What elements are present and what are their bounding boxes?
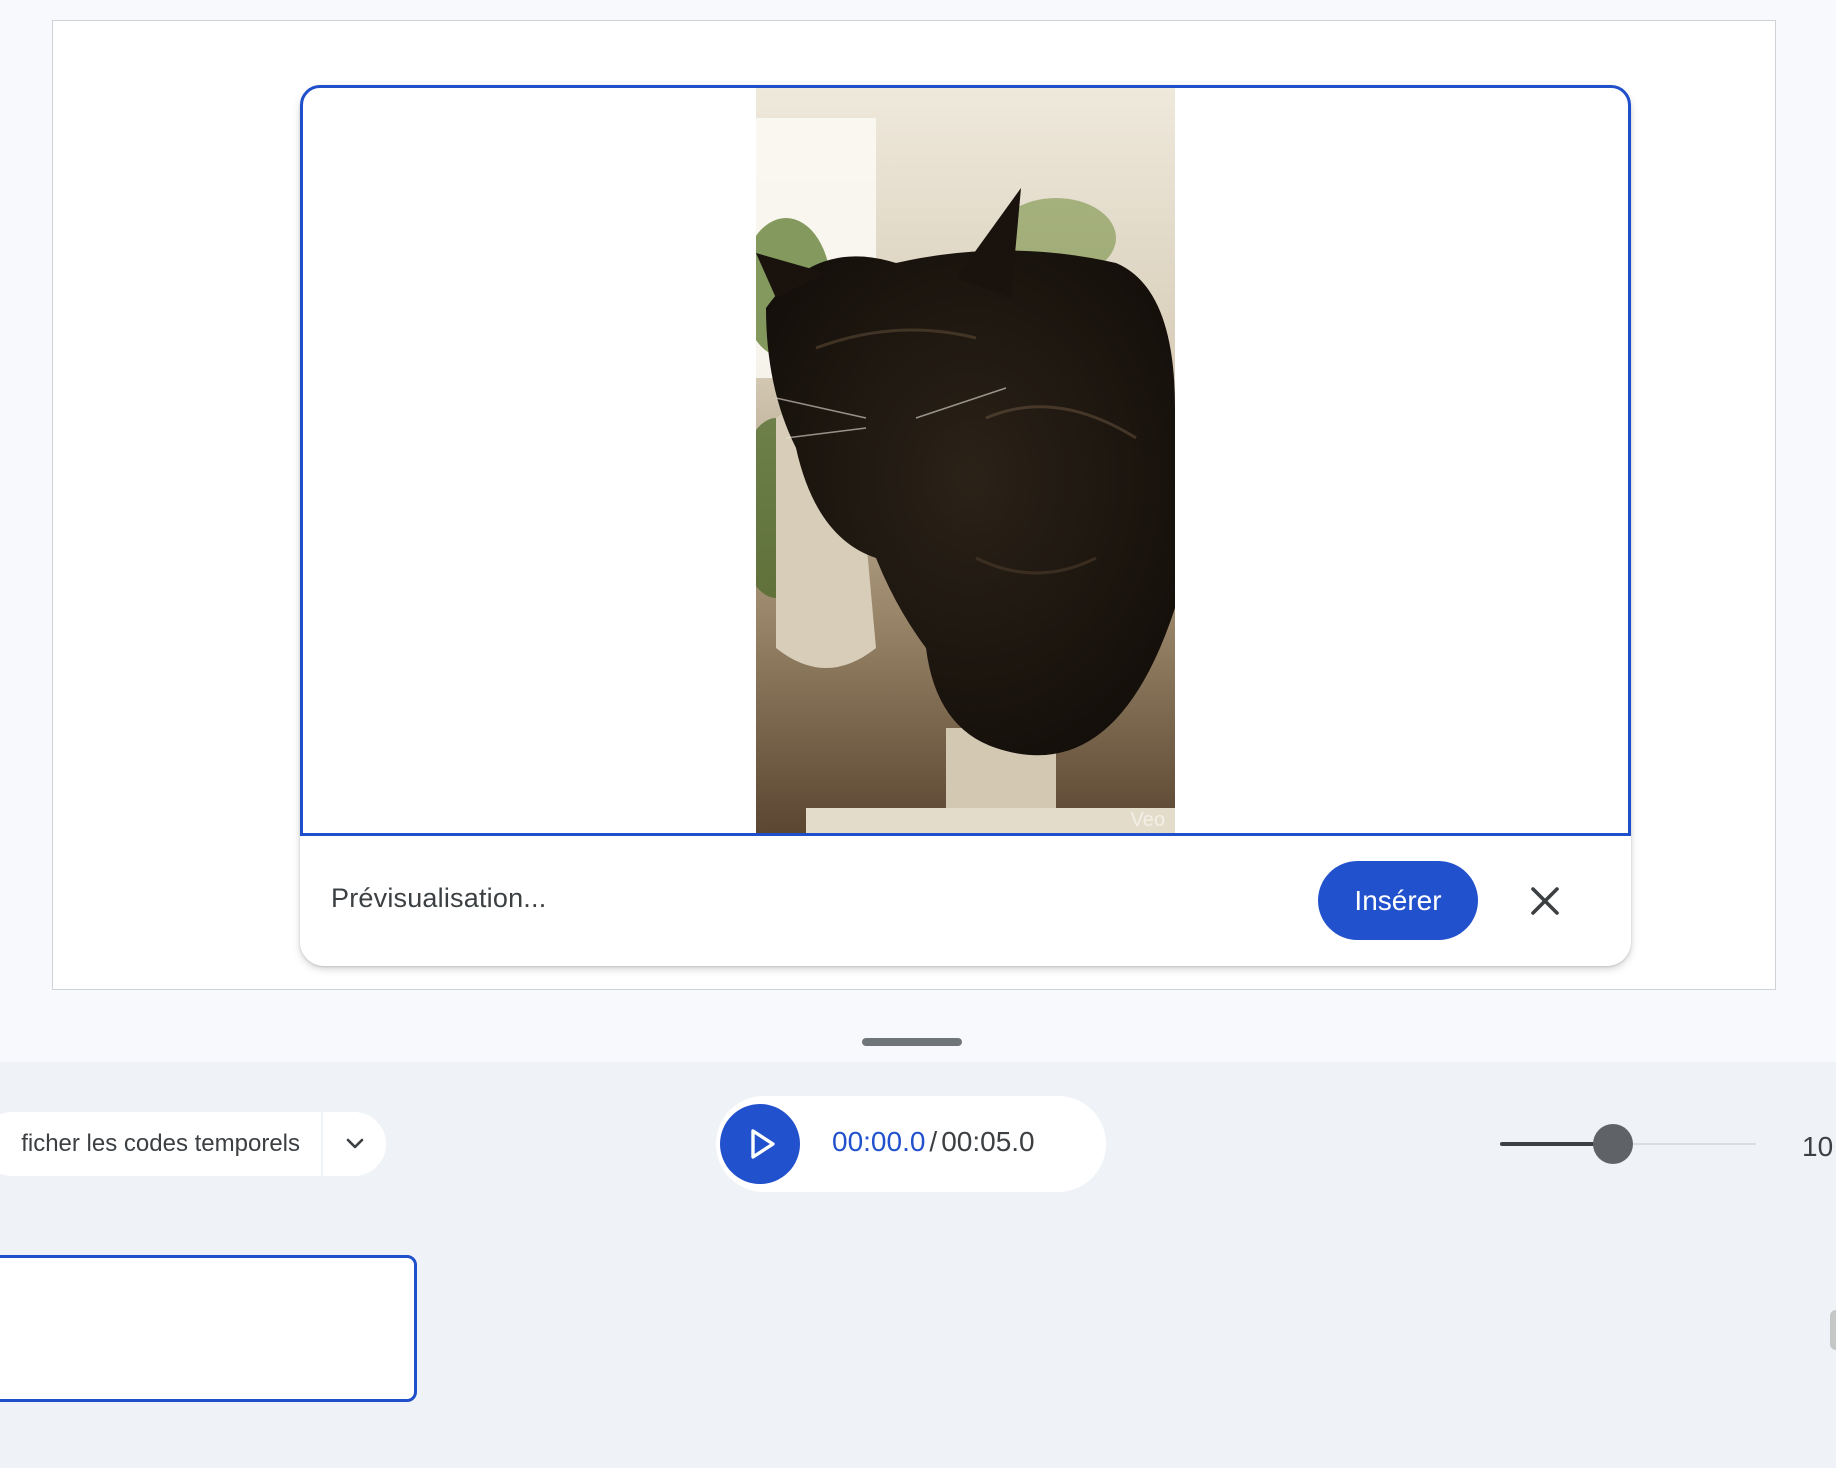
slider-thumb[interactable] bbox=[1593, 1124, 1633, 1164]
timecode-toggle-button[interactable]: ficher les codes temporels bbox=[0, 1112, 386, 1176]
timeline-panel: ficher les codes temporels 00:00.0/00:05… bbox=[0, 1062, 1836, 1468]
insert-button[interactable]: Insérer bbox=[1318, 861, 1478, 940]
preview-status-text: Prévisualisation... bbox=[331, 883, 547, 913]
timecode-dropdown-button[interactable] bbox=[323, 1112, 386, 1176]
video-frame: Veo bbox=[756, 88, 1175, 833]
timecode-toggle-label[interactable]: ficher les codes temporels bbox=[0, 1112, 320, 1176]
cat-video-thumbnail bbox=[756, 88, 1175, 833]
chevron-down-icon bbox=[346, 1138, 363, 1149]
close-button[interactable] bbox=[1520, 876, 1570, 926]
zoom-value: 10 bbox=[1802, 1131, 1834, 1162]
time-separator: / bbox=[929, 1126, 938, 1157]
caption-text-box[interactable] bbox=[0, 1255, 417, 1402]
video-preview-card: Veo Prévisualisation... Insérer bbox=[300, 85, 1631, 966]
play-button[interactable] bbox=[720, 1104, 800, 1184]
play-icon bbox=[751, 1129, 775, 1159]
panel-resize-handle[interactable] bbox=[862, 1038, 962, 1046]
time-readout: 00:00.0/00:05.0 bbox=[832, 1126, 1035, 1158]
slide-canvas: Veo Prévisualisation... Insérer bbox=[52, 20, 1776, 990]
video-preview-area[interactable]: Veo bbox=[300, 85, 1631, 836]
close-icon bbox=[1531, 887, 1559, 915]
offscreen-control-edge bbox=[1830, 1310, 1836, 1350]
veo-watermark: Veo bbox=[1130, 809, 1165, 831]
playback-controls: 00:00.0/00:05.0 bbox=[716, 1096, 1106, 1192]
total-duration: 00:05.0 bbox=[941, 1126, 1035, 1157]
zoom-slider[interactable] bbox=[1500, 1122, 1756, 1166]
preview-footer: Prévisualisation... Insérer bbox=[300, 836, 1631, 966]
current-time: 00:00.0 bbox=[832, 1126, 926, 1157]
